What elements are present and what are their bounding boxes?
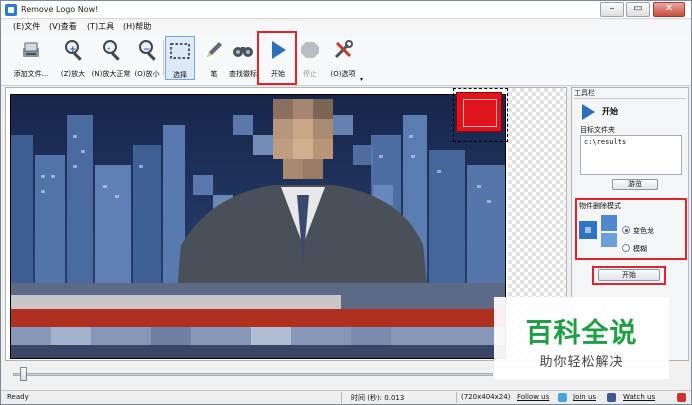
zoom-in-icon: + bbox=[62, 39, 84, 61]
pen-tool-button[interactable]: 笔 bbox=[201, 36, 227, 80]
binoculars-icon bbox=[233, 47, 253, 57]
find-logo-button[interactable]: 查找徽标 bbox=[227, 36, 259, 80]
status-time: 时间 (秒): 0.013 bbox=[351, 394, 405, 402]
target-folder-input[interactable]: c:\results bbox=[580, 135, 682, 175]
zoom-out-icon: − bbox=[136, 39, 158, 61]
watch-us-link[interactable]: Watch us bbox=[623, 393, 655, 401]
target-folder-label: 目标文件夹 bbox=[580, 126, 615, 134]
status-resolution: (720x404x24) bbox=[461, 393, 511, 401]
close-button[interactable]: ✕ bbox=[653, 2, 685, 17]
selection-rect-icon bbox=[170, 43, 190, 59]
title-bar: Remove Logo Now! – ▭ ✕ bbox=[1, 1, 691, 19]
mode-preview-icon bbox=[579, 215, 617, 247]
menu-help[interactable]: (H)帮助 bbox=[123, 21, 151, 32]
maximize-button[interactable]: ▭ bbox=[626, 2, 650, 17]
stop-button[interactable]: 停止 bbox=[297, 36, 323, 80]
menu-file[interactable]: (E)文件 bbox=[13, 21, 40, 32]
station-logo-stamp bbox=[456, 92, 502, 132]
join-us-link[interactable]: Join us bbox=[573, 393, 596, 401]
youtube-icon[interactable] bbox=[677, 393, 686, 402]
app-window: Remove Logo Now! – ▭ ✕ (E)文件 (V)查看 (T)工具… bbox=[0, 0, 692, 405]
minimize-button[interactable]: – bbox=[600, 2, 624, 17]
options-dropdown-icon[interactable]: ▾ bbox=[360, 76, 363, 83]
watermark-badge: 百科全说 助你轻松解决 bbox=[494, 297, 669, 379]
zoom-in-button[interactable]: + (Z)放大 bbox=[57, 36, 89, 80]
pen-icon bbox=[207, 42, 222, 57]
stop-icon bbox=[301, 42, 319, 58]
twitter-icon[interactable] bbox=[558, 393, 567, 402]
status-separator bbox=[341, 392, 342, 403]
tool-panel-title: 工具栏 bbox=[574, 88, 686, 99]
seek-thumb[interactable] bbox=[19, 367, 27, 381]
highlight-start-button bbox=[257, 31, 297, 85]
toolbar-divider bbox=[163, 40, 164, 76]
menu-view[interactable]: (V)查看 bbox=[49, 21, 77, 32]
follow-us-link[interactable]: Follow us bbox=[517, 393, 549, 401]
video-canvas[interactable] bbox=[5, 87, 567, 361]
mode-radio-blur[interactable] bbox=[622, 244, 630, 252]
video-frame[interactable] bbox=[10, 94, 506, 359]
video-frame-image bbox=[11, 95, 505, 358]
options-button[interactable]: (O)选项 bbox=[325, 36, 361, 80]
menu-bar: (E)文件 (V)查看 (T)工具 (H)帮助 bbox=[1, 20, 691, 34]
seek-track[interactable] bbox=[13, 373, 493, 376]
mode-option-chameleon[interactable]: 变色龙 bbox=[633, 226, 654, 236]
select-tool-button[interactable]: 选择 bbox=[165, 36, 195, 80]
menu-tools[interactable]: (T)工具 bbox=[87, 21, 114, 32]
panel-play-icon[interactable] bbox=[582, 104, 595, 120]
zoom-out-button[interactable]: − (O)放小 bbox=[132, 36, 162, 80]
main-toolbar: 添加文件... + (Z)放大 · (N)放大正常 − (O)放小 选择 笔 查… bbox=[1, 31, 691, 86]
mode-radio-chameleon[interactable] bbox=[622, 226, 630, 234]
removal-mode-label: 物件删除模式 bbox=[579, 202, 621, 210]
status-ready: Ready bbox=[7, 393, 29, 401]
facebook-icon[interactable] bbox=[607, 393, 616, 402]
zoom-normal-icon: · bbox=[100, 39, 122, 61]
status-bar: Ready 时间 (秒): 0.013 (720x404x24) Follow … bbox=[1, 390, 691, 404]
watermark-title: 百科全说 bbox=[525, 318, 638, 349]
tools-icon bbox=[334, 40, 353, 59]
status-separator bbox=[456, 392, 457, 403]
add-file-icon bbox=[23, 42, 39, 57]
mode-option-blur[interactable]: 模糊 bbox=[633, 244, 647, 254]
app-logo-icon bbox=[5, 4, 17, 16]
watermark-subtitle: 助你轻松解决 bbox=[539, 355, 624, 370]
panel-start-button[interactable]: 开始 bbox=[598, 269, 660, 281]
browse-button[interactable]: 游览 bbox=[612, 179, 658, 190]
window-title: Remove Logo Now! bbox=[21, 5, 99, 14]
panel-start-label[interactable]: 开始 bbox=[602, 106, 618, 117]
zoom-normal-button[interactable]: · (N)放大正常 bbox=[91, 36, 131, 80]
add-file-button[interactable]: 添加文件... bbox=[9, 36, 53, 80]
